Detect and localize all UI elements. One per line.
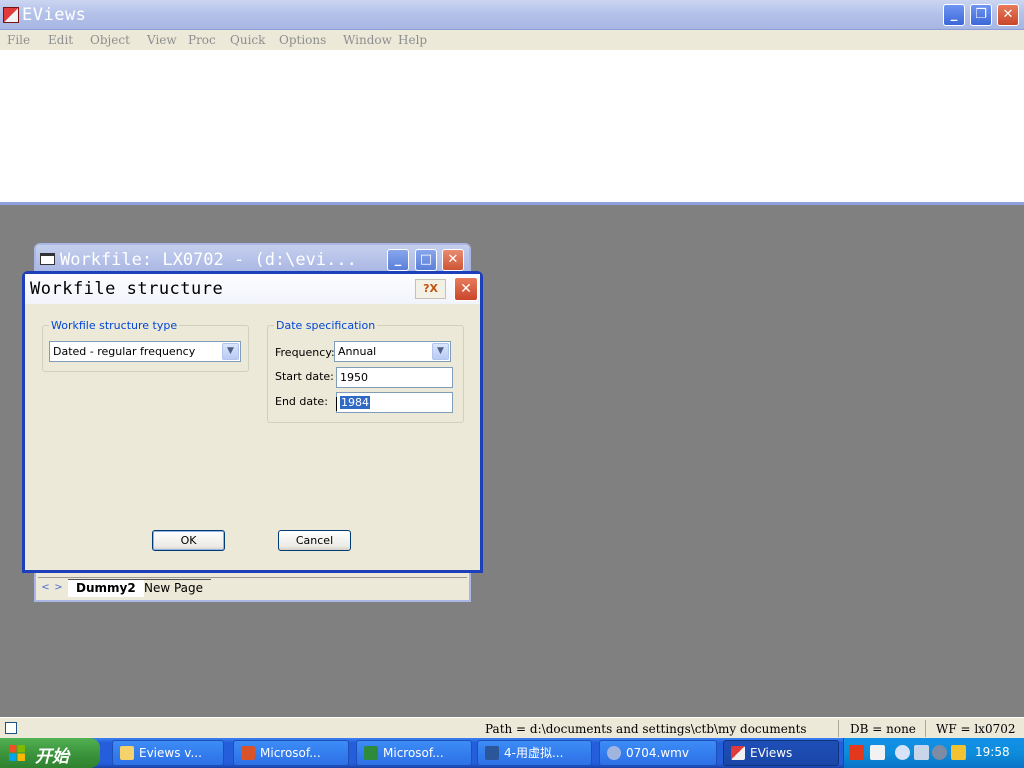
status-path: Path = d:\documents and settings\ctb\my … [485, 722, 807, 736]
menu-file[interactable]: File [7, 33, 30, 47]
workfile-close-button[interactable]: ✕ [442, 249, 464, 271]
app-titlebar[interactable]: EViews _ ❐ ✕ [0, 0, 1024, 30]
windows-logo-icon [9, 745, 25, 761]
restore-button[interactable]: ❐ [970, 4, 992, 26]
date-specification-group-label: Date specification [274, 319, 378, 332]
structure-type-value: Dated - regular frequency [53, 345, 196, 358]
chevron-down-icon[interactable]: ▼ [222, 343, 239, 360]
chevron-down-icon[interactable]: ▼ [432, 343, 449, 360]
network-icon[interactable] [914, 745, 929, 760]
structure-type-group: Workfile structure type Dated - regular … [42, 319, 249, 372]
cancel-button[interactable]: Cancel [278, 530, 351, 551]
minimize-button[interactable]: _ [943, 4, 965, 26]
workfile-window-icon [40, 253, 55, 265]
workfile-minimize-button[interactable]: _ [387, 249, 409, 271]
dialog-help-icon[interactable]: ?X [415, 279, 446, 299]
menu-view[interactable]: View [147, 33, 177, 47]
menu-options[interactable]: Options [279, 33, 326, 47]
workfile-maximize-button[interactable]: □ [415, 249, 437, 271]
taskbar: 开始 Eviews v... Microsof... Microsof... 4… [0, 738, 1024, 768]
workfile-title: Workfile: LX0702 - (d:\evi... [60, 250, 357, 270]
powerpoint-icon [241, 746, 255, 760]
folder-icon [120, 746, 134, 760]
menu-object[interactable]: Object [90, 33, 130, 47]
ok-button[interactable]: OK [152, 530, 225, 551]
volume-icon[interactable] [932, 745, 947, 760]
dialog-title: Workfile structure [30, 279, 224, 299]
start-label: 开始 [35, 747, 69, 767]
end-date-input[interactable]: 1984 [336, 392, 453, 413]
status-checkbox[interactable] [5, 722, 17, 734]
frequency-value: Annual [338, 345, 377, 358]
menu-help[interactable]: Help [398, 33, 427, 47]
status-bar: Path = d:\documents and settings\ctb\my … [0, 717, 1024, 738]
end-date-label: End date: [275, 395, 328, 408]
status-divider [925, 720, 926, 737]
task-microsoft-excel[interactable]: Microsof... [356, 740, 472, 766]
status-db: DB = none [850, 722, 916, 736]
task-eviews[interactable]: EViews [723, 740, 839, 766]
clock[interactable]: 19:58 [975, 745, 1010, 759]
end-date-selected-text: 1984 [340, 396, 370, 409]
excel-icon [364, 746, 378, 760]
status-divider [838, 720, 839, 737]
task-microsoft-powerpoint[interactable]: Microsof... [233, 740, 349, 766]
structure-type-select[interactable]: Dated - regular frequency ▼ [49, 341, 241, 362]
menu-window[interactable]: Window [343, 33, 392, 47]
tab-new-page[interactable]: New Page [136, 579, 212, 597]
start-date-input[interactable]: 1950 [336, 367, 453, 388]
help-icon[interactable] [870, 745, 885, 760]
dialog-titlebar[interactable]: Workfile structure ?X ✕ [25, 274, 480, 304]
tab-dummy2[interactable]: Dummy2 [68, 579, 144, 597]
close-button[interactable]: ✕ [997, 4, 1019, 26]
security-shield-icon[interactable] [951, 745, 966, 760]
tray-app-icon[interactable] [849, 745, 864, 760]
frequency-label: Frequency: [275, 346, 335, 359]
word-icon [485, 746, 499, 760]
page-tab-bar: < > Dummy2 New Page [38, 577, 467, 598]
menu-quick[interactable]: Quick [230, 33, 265, 47]
tab-scroll-right-icon[interactable]: > [53, 581, 64, 595]
structure-type-group-label: Workfile structure type [49, 319, 180, 332]
status-wf: WF = lx0702 [936, 722, 1016, 736]
menu-edit[interactable]: Edit [48, 33, 73, 47]
app-title: EViews [22, 5, 87, 25]
task-eviews-folder[interactable]: Eviews v... [112, 740, 224, 766]
system-tray: 19:58 [843, 738, 1024, 768]
task-word-document[interactable]: 4-用虚拟... [477, 740, 592, 766]
eviews-icon [731, 746, 745, 760]
task-media-player[interactable]: 0704.wmv [599, 740, 717, 766]
tab-scroll-left-icon[interactable]: < [40, 581, 51, 595]
show-hidden-icons-icon[interactable] [895, 745, 910, 760]
eviews-app-icon[interactable] [3, 7, 19, 23]
dialog-close-button[interactable]: ✕ [454, 277, 478, 301]
command-window[interactable] [0, 50, 1024, 205]
date-specification-group: Date specification Frequency: Annual ▼ S… [267, 319, 464, 423]
start-date-label: Start date: [275, 370, 334, 383]
frequency-select[interactable]: Annual ▼ [334, 341, 451, 362]
menu-proc[interactable]: Proc [188, 33, 216, 47]
workfile-structure-dialog: Workfile structure ?X ✕ Workfile structu… [22, 271, 483, 573]
media-player-icon [607, 746, 621, 760]
menu-bar: File Edit Object View Proc Quick Options… [0, 30, 1024, 50]
start-button[interactable]: 开始 [0, 738, 100, 768]
text-cursor-icon [336, 397, 337, 411]
